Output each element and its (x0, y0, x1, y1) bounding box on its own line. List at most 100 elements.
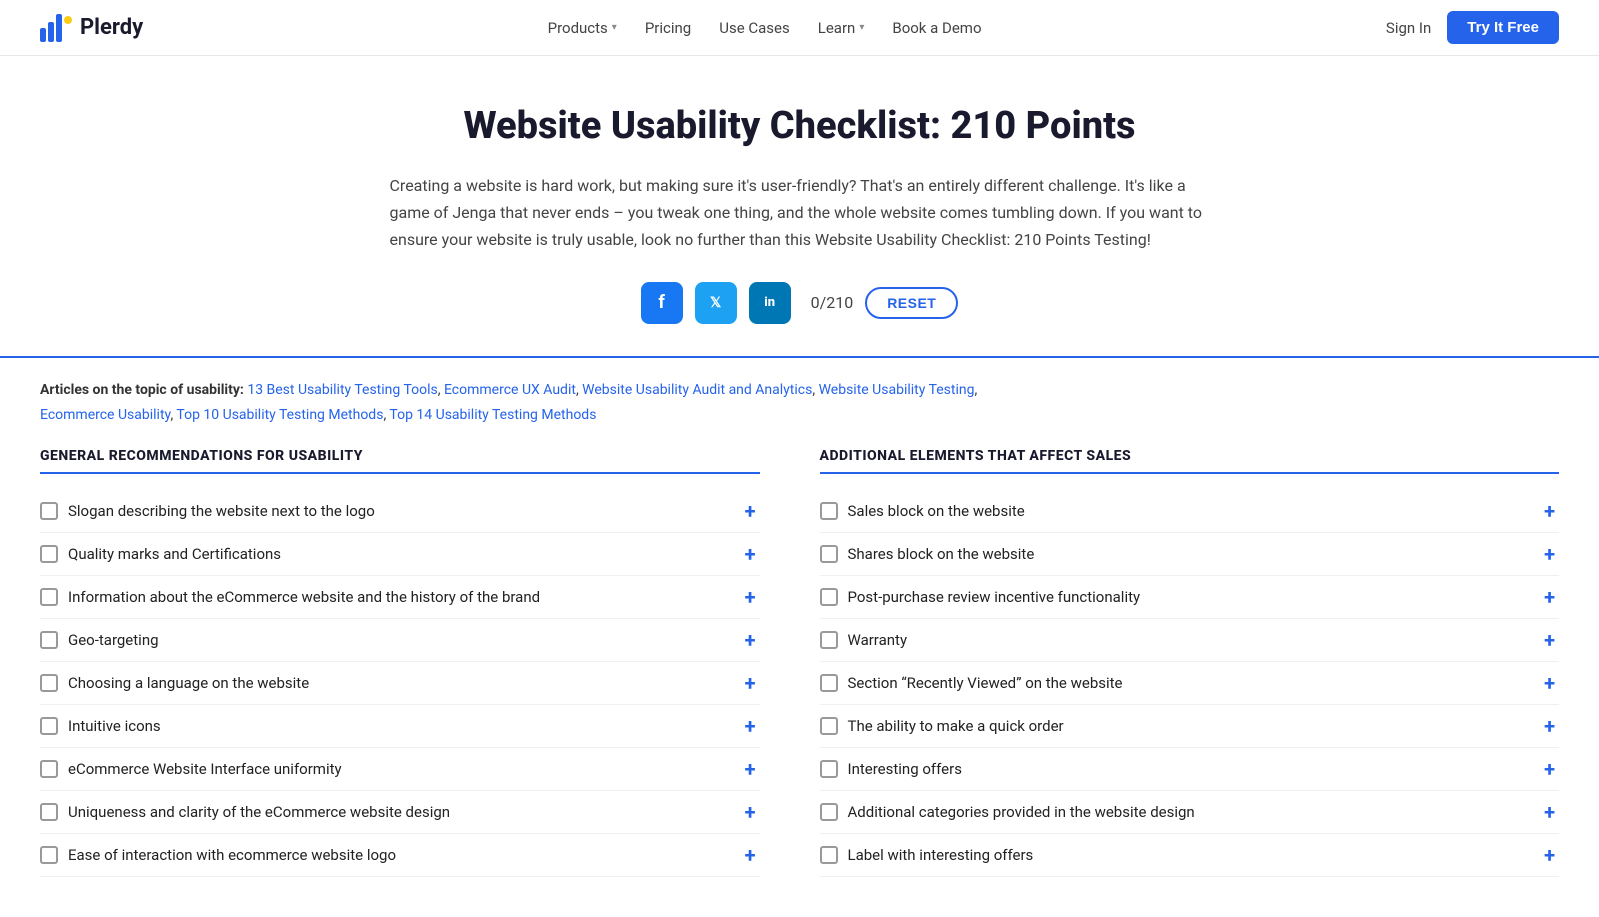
item-expand-right-7[interactable]: + (1540, 802, 1559, 822)
table-row: Quality marks and Certifications + (40, 533, 760, 576)
checkbox-right-3[interactable] (820, 631, 838, 649)
item-left-8: Ease of interaction with ecommerce websi… (40, 846, 396, 864)
article-link-5[interactable]: Ecommerce Usability (40, 407, 170, 423)
checkbox-right-1[interactable] (820, 545, 838, 563)
nav-book-demo[interactable]: Book a Demo (892, 19, 981, 37)
checkbox-left-5[interactable] (40, 717, 58, 735)
table-row: Geo-targeting + (40, 619, 760, 662)
logo-icon (40, 14, 72, 42)
item-expand-right-2[interactable]: + (1540, 587, 1559, 607)
table-row: Interesting offers + (820, 748, 1560, 791)
item-expand-left-1[interactable]: + (741, 544, 760, 564)
table-row: Additional categories provided in the we… (820, 791, 1560, 834)
item-expand-left-3[interactable]: + (741, 630, 760, 650)
checkbox-right-6[interactable] (820, 760, 838, 778)
checkbox-left-0[interactable] (40, 502, 58, 520)
table-row: Sales block on the website + (820, 490, 1560, 533)
item-expand-right-1[interactable]: + (1540, 544, 1559, 564)
try-free-button[interactable]: Try It Free (1447, 11, 1559, 44)
linkedin-share-button[interactable]: in (749, 282, 791, 324)
twitter-icon: 𝕏 (710, 295, 721, 311)
table-row: The ability to make a quick order + (820, 705, 1560, 748)
item-left-1: Quality marks and Certifications (40, 545, 281, 563)
item-expand-left-5[interactable]: + (741, 716, 760, 736)
article-link-2[interactable]: Ecommerce UX Audit (444, 382, 576, 398)
article-link-6[interactable]: Top 10 Usability Testing Methods (176, 407, 383, 423)
item-expand-left-0[interactable]: + (741, 501, 760, 521)
item-left-right-5: The ability to make a quick order (820, 717, 1064, 735)
right-items-list: Sales block on the website + Shares bloc… (820, 490, 1560, 877)
hero-section: Website Usability Checklist: 210 Points … (350, 56, 1250, 356)
right-col-header: ADDITIONAL ELEMENTS THAT AFFECT SALES (820, 448, 1560, 474)
item-label-left-5: Intuitive icons (68, 717, 161, 735)
item-expand-left-4[interactable]: + (741, 673, 760, 693)
item-expand-left-2[interactable]: + (741, 587, 760, 607)
item-label-left-1: Quality marks and Certifications (68, 545, 281, 563)
nav-use-cases[interactable]: Use Cases (719, 19, 790, 37)
sign-in-link[interactable]: Sign In (1386, 19, 1431, 37)
checkbox-left-3[interactable] (40, 631, 58, 649)
left-col-header: GENERAL RECOMMENDATIONS FOR USABILITY (40, 448, 760, 474)
checkbox-right-4[interactable] (820, 674, 838, 692)
checkbox-left-6[interactable] (40, 760, 58, 778)
item-expand-left-8[interactable]: + (741, 845, 760, 865)
nav-products[interactable]: Products ▾ (548, 19, 617, 37)
article-link-3[interactable]: Website Usability Audit and Analytics (582, 382, 812, 398)
nav-learn[interactable]: Learn ▾ (818, 19, 865, 37)
item-label-left-7: Uniqueness and clarity of the eCommerce … (68, 803, 450, 821)
article-link-4[interactable]: Website Usability Testing (819, 382, 975, 398)
nav-pricing[interactable]: Pricing (645, 19, 691, 37)
checkbox-right-2[interactable] (820, 588, 838, 606)
checkbox-left-1[interactable] (40, 545, 58, 563)
checkbox-left-7[interactable] (40, 803, 58, 821)
chevron-down-icon: ▾ (859, 22, 864, 33)
checkbox-left-4[interactable] (40, 674, 58, 692)
checkbox-left-2[interactable] (40, 588, 58, 606)
linkedin-icon: in (764, 295, 775, 310)
table-row: Information about the eCommerce website … (40, 576, 760, 619)
item-expand-left-7[interactable]: + (741, 802, 760, 822)
nav-actions: Sign In Try It Free (1386, 11, 1559, 44)
item-left-0: Slogan describing the website next to th… (40, 502, 375, 520)
item-left-right-4: Section “Recently Viewed” on the website (820, 674, 1123, 692)
twitter-share-button[interactable]: 𝕏 (695, 282, 737, 324)
left-items-list: Slogan describing the website next to th… (40, 490, 760, 877)
item-label-right-2: Post-purchase review incentive functiona… (848, 588, 1141, 606)
article-link-7[interactable]: Top 14 Usability Testing Methods (389, 407, 596, 423)
table-row: Shares block on the website + (820, 533, 1560, 576)
article-link-1[interactable]: 13 Best Usability Testing Tools (247, 382, 437, 398)
item-expand-right-0[interactable]: + (1540, 501, 1559, 521)
table-row: Post-purchase review incentive functiona… (820, 576, 1560, 619)
checkbox-right-0[interactable] (820, 502, 838, 520)
reset-button[interactable]: RESET (865, 287, 958, 319)
item-label-left-3: Geo-targeting (68, 631, 159, 649)
logo[interactable]: Plerdy (40, 14, 143, 42)
item-expand-right-4[interactable]: + (1540, 673, 1559, 693)
item-label-right-4: Section “Recently Viewed” on the website (848, 674, 1123, 692)
item-left-4: Choosing a language on the website (40, 674, 309, 692)
item-label-left-8: Ease of interaction with ecommerce websi… (68, 846, 396, 864)
item-left-right-0: Sales block on the website (820, 502, 1025, 520)
checkbox-right-5[interactable] (820, 717, 838, 735)
item-expand-right-3[interactable]: + (1540, 630, 1559, 650)
item-label-right-0: Sales block on the website (848, 502, 1025, 520)
table-row: Intuitive icons + (40, 705, 760, 748)
checkbox-right-7[interactable] (820, 803, 838, 821)
facebook-icon: f (658, 292, 664, 313)
item-expand-right-6[interactable]: + (1540, 759, 1559, 779)
table-row: Ease of interaction with ecommerce websi… (40, 834, 760, 877)
facebook-share-button[interactable]: f (641, 282, 683, 324)
item-label-right-1: Shares block on the website (848, 545, 1035, 563)
item-expand-right-8[interactable]: + (1540, 845, 1559, 865)
item-label-right-5: The ability to make a quick order (848, 717, 1064, 735)
item-expand-right-5[interactable]: + (1540, 716, 1559, 736)
checklist-counter: 0/210 (811, 293, 854, 312)
checkbox-left-8[interactable] (40, 846, 58, 864)
table-row: Section “Recently Viewed” on the website… (820, 662, 1560, 705)
item-label-right-6: Interesting offers (848, 760, 962, 778)
left-column: GENERAL RECOMMENDATIONS FOR USABILITY Sl… (40, 448, 800, 877)
item-left-6: eCommerce Website Interface uniformity (40, 760, 342, 778)
item-left-right-8: Label with interesting offers (820, 846, 1034, 864)
checkbox-right-8[interactable] (820, 846, 838, 864)
item-expand-left-6[interactable]: + (741, 759, 760, 779)
